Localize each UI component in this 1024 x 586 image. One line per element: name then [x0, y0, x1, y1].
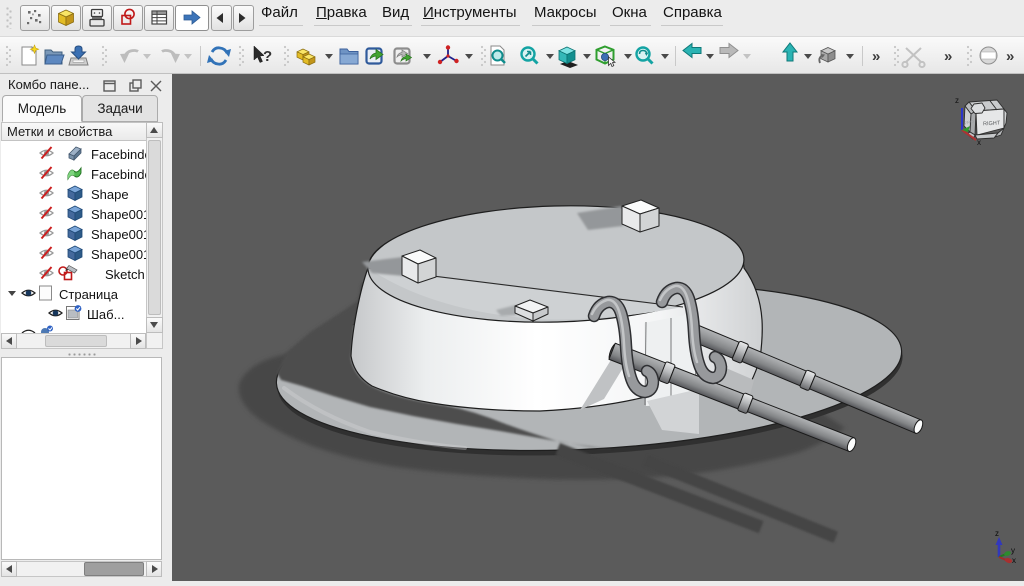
svg-text:RIGHT: RIGHT: [983, 120, 1001, 127]
svg-text:»: »: [872, 48, 880, 65]
svg-text:?: ?: [263, 48, 272, 65]
svg-text:y: y: [1011, 546, 1015, 555]
svg-text:»: »: [1006, 48, 1014, 65]
svg-text:x: x: [977, 138, 981, 147]
svg-text:z: z: [955, 96, 959, 105]
svg-text:x: x: [1012, 556, 1016, 565]
svg-text:»: »: [944, 48, 952, 65]
svg-text:z: z: [995, 529, 999, 538]
